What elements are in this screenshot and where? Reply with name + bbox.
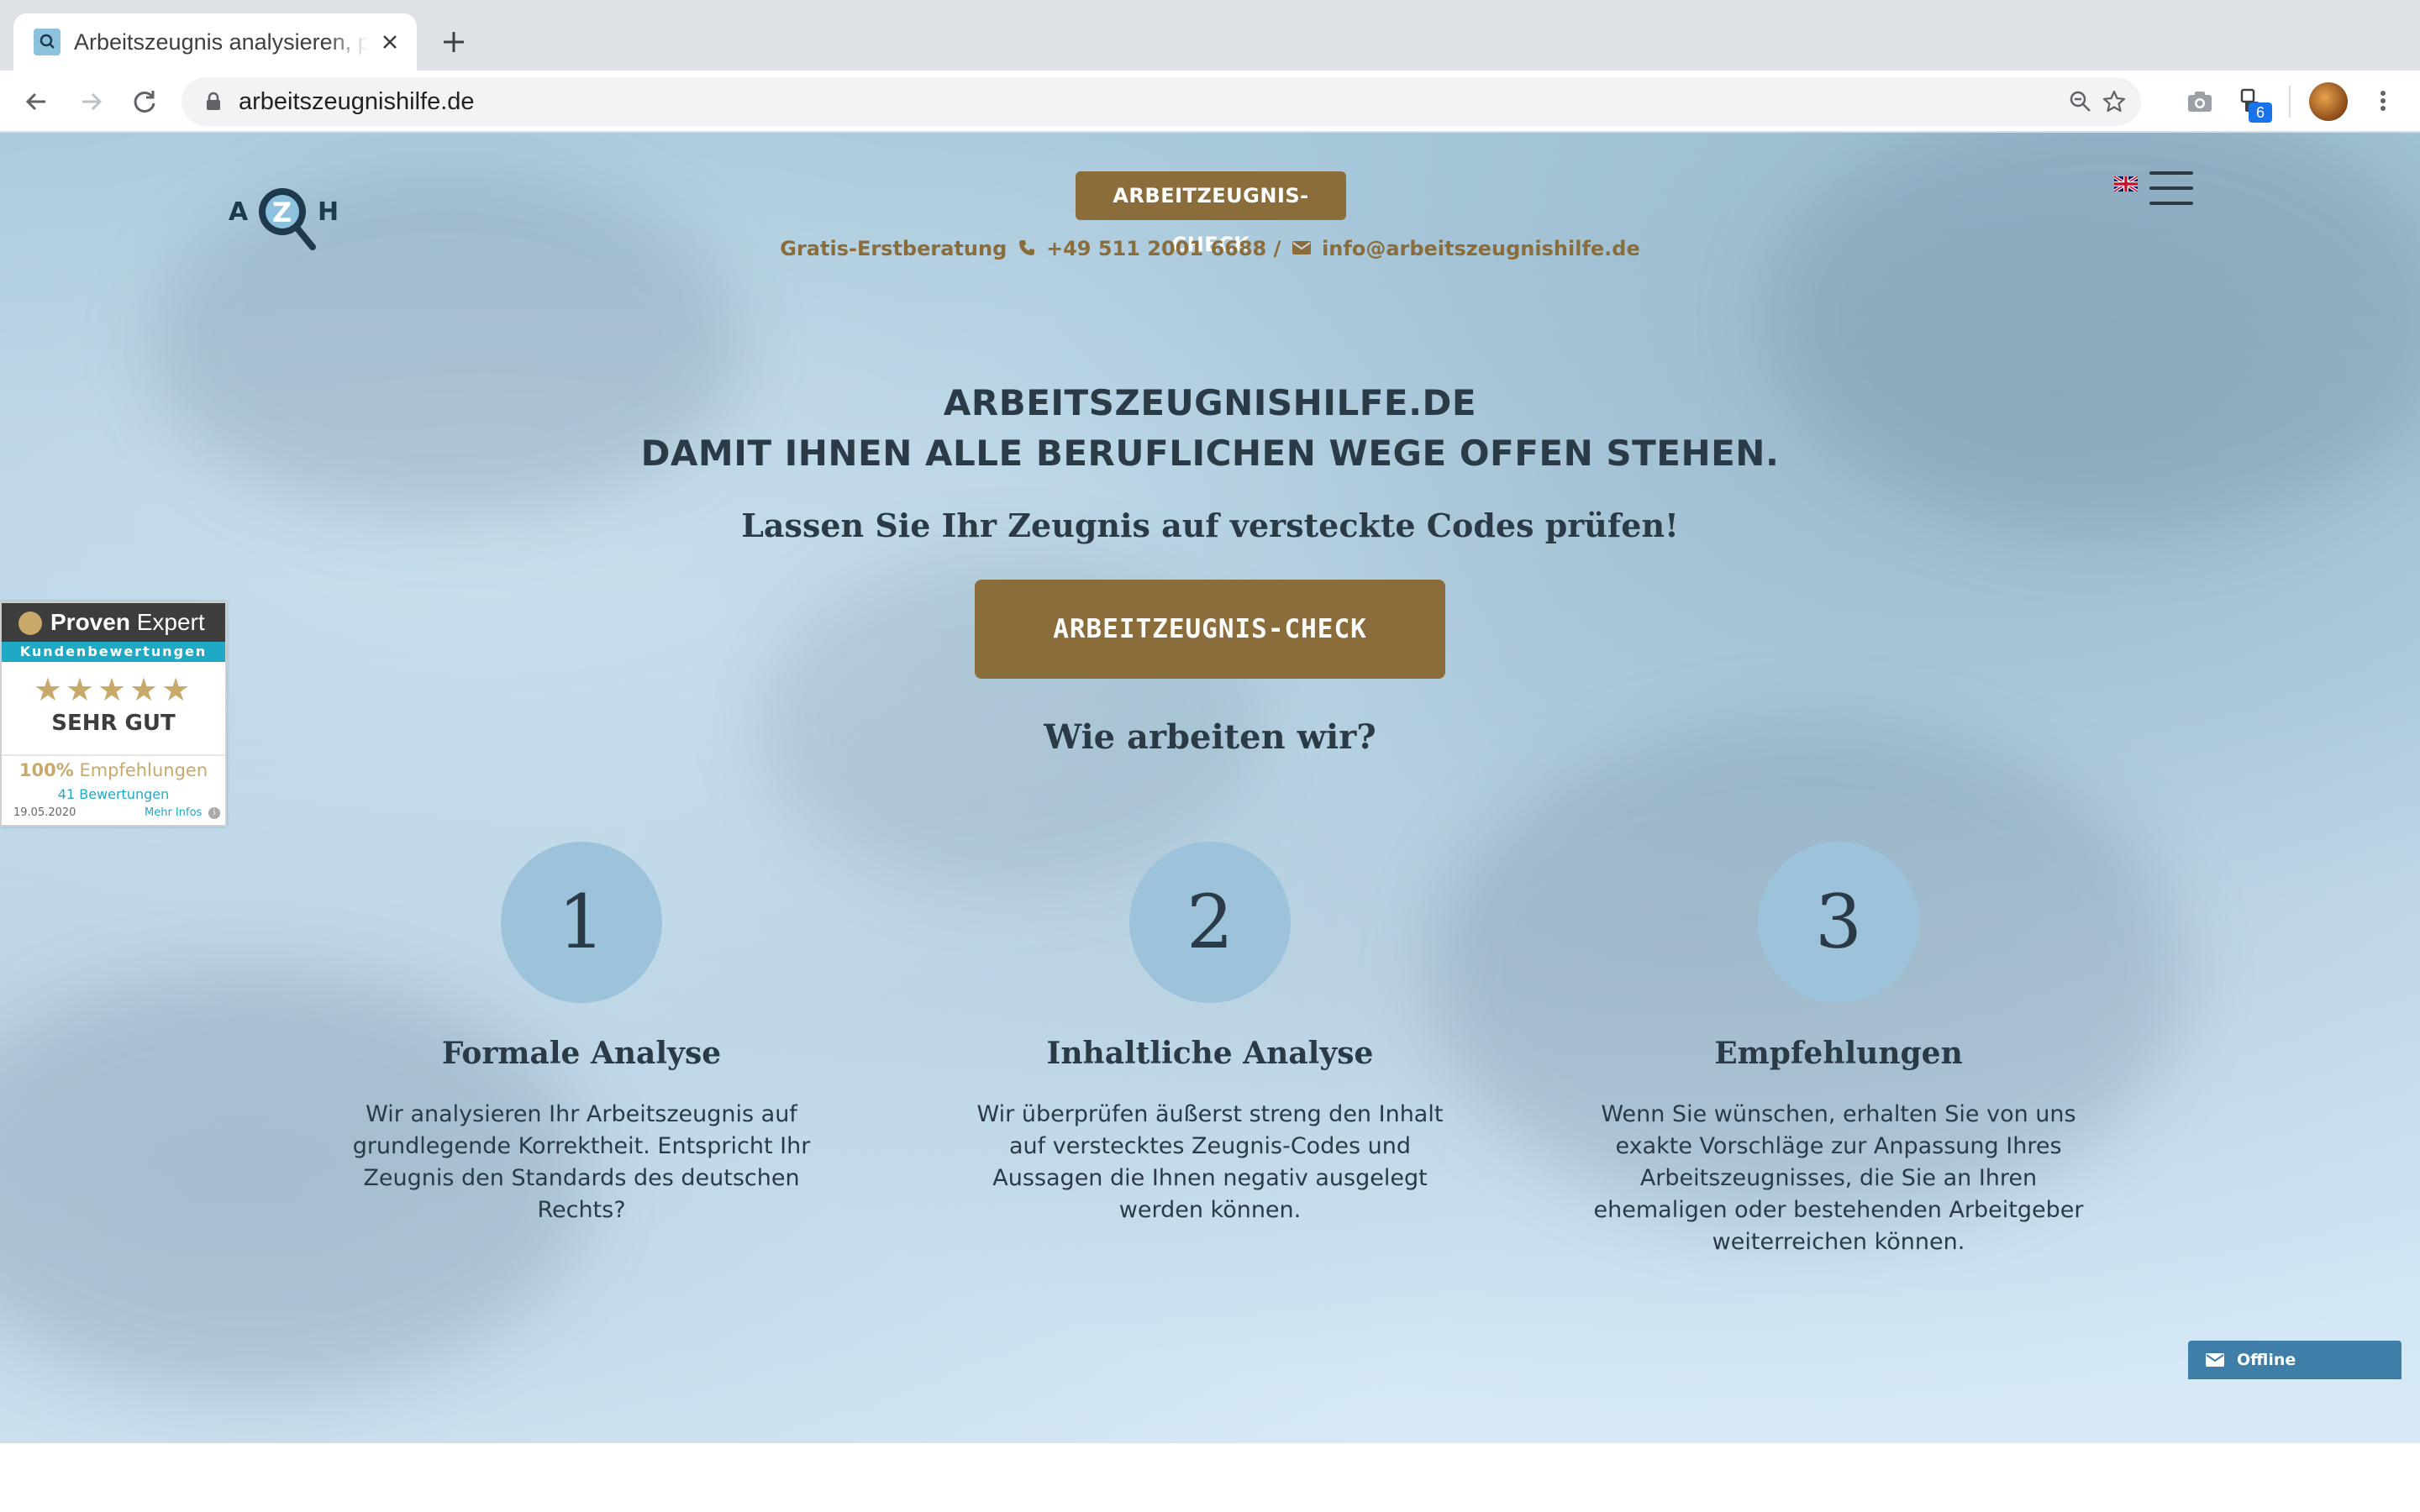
hero-subtitle: Lassen Sie Ihr Zeugnis auf versteckte Co… xyxy=(741,507,1679,544)
how-we-work-heading: Wie arbeiten wir? xyxy=(1044,717,1376,757)
hamburger-line xyxy=(2149,186,2193,190)
mail-icon xyxy=(2206,1353,2224,1367)
hamburger-line xyxy=(2149,171,2193,175)
url-text[interactable]: arbeitszeugnishilfe.de xyxy=(239,85,475,118)
forward-icon[interactable] xyxy=(74,85,108,118)
next-section xyxy=(0,1443,2420,1512)
hamburger-line xyxy=(2149,202,2193,205)
browser-toolbar: arbeitszeugnishilfe.de xyxy=(0,71,2420,133)
provenexpert-header: Proven Expert xyxy=(2,603,225,642)
provenexpert-brand-bold: Proven xyxy=(50,609,130,635)
step-number-circle: 1 xyxy=(501,842,662,1003)
step-title: Empfehlungen xyxy=(1714,1036,1963,1071)
logo-letter-h: H xyxy=(318,197,339,227)
contact-email-link[interactable]: info@arbeitszeugnishilfe.de xyxy=(1322,237,1640,260)
hero-title: ARBEITSZEUGNISHILFE.DE DAMIT IHNEN ALLE … xyxy=(504,378,1916,479)
contact-label: Gratis-Erstberatung xyxy=(780,237,1007,260)
back-icon[interactable] xyxy=(20,85,54,118)
zoom-icon[interactable] xyxy=(2067,88,2094,115)
provenexpert-more-info-link[interactable]: Mehr Infos xyxy=(145,805,202,822)
close-tab-icon[interactable] xyxy=(376,29,403,55)
new-tab-icon[interactable] xyxy=(437,25,471,59)
contact-separator: / xyxy=(1273,237,1281,260)
hamburger-icon[interactable] xyxy=(2149,170,2193,207)
contact-phone-link[interactable]: +49 511 2001 6688 xyxy=(1046,237,1266,260)
hero-title-line2: DAMIT IHNEN ALLE BERUFLICHEN WEGE OFFEN … xyxy=(640,433,1780,474)
provenexpert-review-count[interactable]: 41 Bewertungen xyxy=(2,785,225,805)
hero-section: A Z H ARBEITZEUGNIS-CHECK Gratis-Erstber… xyxy=(0,133,2420,1443)
step-description: Wir überprüfen äußerst streng den Inhalt… xyxy=(976,1101,1444,1223)
provenexpert-grade: SEHR GUT xyxy=(51,711,176,736)
provenexpert-check-icon xyxy=(18,612,42,635)
address-bar[interactable]: arbeitszeugnishilfe.de xyxy=(182,77,2141,126)
favicon-icon xyxy=(34,29,60,55)
camera-icon[interactable] xyxy=(2181,83,2218,120)
menu-dots-icon[interactable] xyxy=(2370,87,2396,114)
profile-avatar[interactable] xyxy=(2309,82,2348,121)
provenexpert-date: 19.05.2020 xyxy=(13,806,76,819)
provenexpert-subtitle: Kundenbewertungen xyxy=(2,642,225,662)
provenexpert-brand: Proven Expert xyxy=(50,603,205,642)
mail-icon xyxy=(1292,241,1311,255)
provenexpert-widget[interactable]: Proven Expert Kundenbewertungen ★★★★★ SE… xyxy=(0,601,227,827)
toolbar-divider xyxy=(2289,86,2291,118)
main-check-button[interactable]: ARBEITZEUGNIS-CHECK xyxy=(975,580,1445,679)
flag-uk-icon[interactable] xyxy=(2114,176,2138,192)
reload-icon[interactable] xyxy=(128,85,161,118)
step-number-circle: 2 xyxy=(1129,842,1291,1003)
chat-status: Offline xyxy=(2237,1351,2296,1369)
lock-icon[interactable] xyxy=(202,90,225,113)
provenexpert-brand-light: Expert xyxy=(136,609,205,635)
provenexpert-recommend-pct: 100% xyxy=(18,760,74,780)
site-logo[interactable]: A Z H xyxy=(229,180,341,252)
info-icon[interactable]: i xyxy=(208,807,220,819)
contact-line: Gratis-Erstberatung +49 511 2001 6688 / … xyxy=(756,232,1664,265)
step-title: Inhaltliche Analyse xyxy=(1046,1036,1374,1071)
chat-widget-tab[interactable]: Offline xyxy=(2188,1341,2402,1379)
page-viewport: A Z H ARBEITZEUGNIS-CHECK Gratis-Erstber… xyxy=(0,133,2420,1512)
browser-tab[interactable]: Arbeitszeugnis analysieren, prüfen xyxy=(13,13,417,71)
hero-title-line1: ARBEITSZEUGNISHILFE.DE xyxy=(943,382,1477,423)
step-title: Formale Analyse xyxy=(441,1036,722,1071)
logo-letter-z: Z xyxy=(272,197,292,228)
provenexpert-recommend-label: Empfehlungen xyxy=(79,760,208,780)
step-number-circle: 3 xyxy=(1758,842,1919,1003)
tab-strip: Arbeitszeugnis analysieren, prüfen xyxy=(0,0,2420,71)
step-description: Wenn Sie wünschen, erhalten Sie von uns … xyxy=(1593,1101,2084,1255)
extension-badge: 6 xyxy=(2249,102,2272,123)
provenexpert-stars: ★★★★★ xyxy=(33,671,194,708)
logo-letter-a: A xyxy=(229,197,249,227)
provenexpert-recommendations: 100% Empfehlungen xyxy=(2,754,225,783)
bookmark-star-icon[interactable] xyxy=(2101,88,2128,115)
header-check-button[interactable]: ARBEITZEUGNIS-CHECK xyxy=(1076,171,1346,256)
step-description: Wir analysieren Ihr Arbeitszeugnis auf g… xyxy=(352,1101,811,1223)
tab-title: Arbeitszeugnis analysieren, prüfen xyxy=(74,29,368,55)
phone-icon xyxy=(1018,240,1034,255)
